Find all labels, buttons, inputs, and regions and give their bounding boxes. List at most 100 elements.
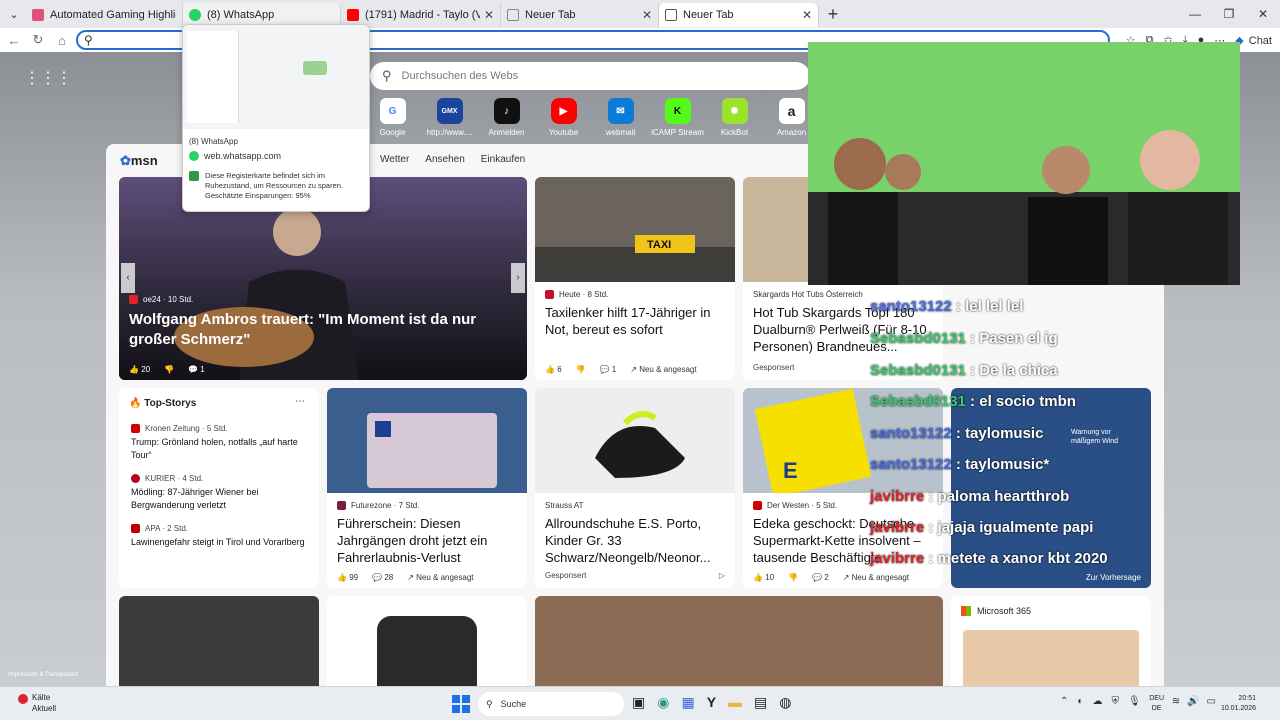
minimize-button[interactable]: — — [1178, 0, 1212, 28]
microphone-icon[interactable]: 🎙 — [1128, 696, 1141, 707]
nav-wetter[interactable]: Wetter — [380, 154, 409, 165]
quick-link-youtube[interactable]: ▶ Youtube — [535, 98, 592, 137]
article-title[interactable]: Allroundschuhe E.S. Porto, Kinder Gr. 33… — [545, 515, 727, 566]
hero-source: oe24 · 10 Std. — [129, 295, 193, 304]
top-story-item[interactable]: APA · 2 Std. Lawinengefahr steigt in Tir… — [131, 524, 309, 549]
like-button[interactable]: 👍 6 — [545, 365, 562, 374]
start-button[interactable] — [452, 695, 470, 713]
app-icon[interactable]: ▤ — [754, 694, 767, 711]
gmx-icon: GMX — [436, 98, 463, 124]
hero-next-arrow[interactable]: › — [511, 263, 525, 293]
comment-button[interactable]: 💬 1 — [188, 365, 205, 374]
article-card-bottom-2[interactable] — [327, 596, 527, 686]
hero-title[interactable]: Wolfgang Ambros trauert: "Im Moment ist … — [129, 310, 519, 350]
chat-message: Sebasbd0131 : Pasen el ig — [870, 330, 1058, 347]
apps-grid-icon[interactable]: ⋮⋮⋮ — [24, 68, 72, 88]
nav-einkaufen[interactable]: Einkaufen — [481, 154, 525, 165]
tab-actions-menu[interactable]: ⌄ — [2, 2, 26, 26]
article-card-taxi[interactable]: TAXI Heute · 8 Std. Taxilenker hilft 17-… — [535, 177, 735, 380]
article-card-bottom-1[interactable] — [119, 596, 319, 686]
m365-heading: Microsoft 365 — [961, 606, 1031, 616]
pinned-apps: ▣ ◉ ▦ Y ▬ ▤ ◍ — [632, 694, 791, 711]
top-story-item[interactable]: KURIER · 4 Std. Mödling: 87-Jähriger Wie… — [131, 474, 309, 512]
store-icon[interactable]: ▦ — [681, 694, 694, 711]
quick-link-gmx[interactable]: GMX http://www.... — [421, 98, 478, 137]
task-view-icon[interactable]: ▣ — [632, 694, 645, 711]
dislike-button[interactable]: 👎 — [788, 573, 798, 582]
taskbar-clock[interactable]: 20:51 10.01.2026 — [1221, 694, 1256, 714]
article-source: Futurezone · 7 Std. — [337, 501, 419, 510]
like-button[interactable]: 👍 99 — [337, 573, 358, 582]
nav-ansehen[interactable]: Ansehen — [425, 154, 464, 165]
airfryer-image — [377, 616, 477, 686]
hero-prev-arrow[interactable]: ‹ — [121, 263, 135, 293]
more-options-icon[interactable]: ⋯ — [295, 396, 305, 407]
security-icon[interactable]: ⛨ — [1111, 696, 1119, 707]
leaf-icon — [189, 171, 199, 181]
comment-button[interactable]: 💬 1 — [600, 365, 617, 374]
like-button[interactable]: 👍 10 — [753, 573, 774, 582]
article-source: Der Westen · 5 Std. — [753, 501, 837, 510]
article-card-license[interactable]: Futurezone · 7 Std. Führerschein: Diesen… — [327, 388, 527, 588]
tab-neuer-tab-1[interactable]: Neuer Tab ✕ — [501, 3, 659, 27]
comment-button[interactable]: 💬 2 — [812, 573, 829, 582]
quick-link-kickbot[interactable]: ✹ KickBot — [706, 98, 763, 137]
tray-app-icon[interactable]: ◐ — [1077, 696, 1083, 707]
quick-link-webmail[interactable]: ✉ webmail — [592, 98, 649, 137]
top-story-item[interactable]: Kronen Zeitung · 5 Std. Trump: Grönland … — [131, 424, 309, 462]
amazon-icon: a — [778, 98, 805, 124]
onedrive-icon[interactable]: ☁ — [1092, 696, 1102, 707]
tab-automated-gaming[interactable]: Automated Gaming Highlights Sol — [26, 3, 183, 27]
taskbar-search[interactable]: ⚲ Suche — [478, 692, 624, 716]
tab-favicon-icon — [32, 9, 44, 21]
like-button[interactable]: 👍 20 — [129, 365, 150, 374]
home-button[interactable]: ⌂ — [50, 33, 74, 48]
top-stories-heading: 🔥 Top-Storys — [129, 398, 197, 409]
play-icon[interactable]: ▷ — [719, 571, 725, 580]
quick-link-google[interactable]: G Google — [364, 98, 421, 137]
web-search-box[interactable]: ⚲ Durchsuchen des Webs — [370, 62, 810, 90]
tray-status[interactable]: ≋ 🔊 ▭ — [1172, 696, 1216, 707]
file-explorer-icon[interactable]: ▬ — [728, 694, 742, 711]
preview-url: web.whatsapp.com — [189, 151, 369, 161]
chat-message: santo13122 : taylomusic — [870, 425, 1044, 442]
back-button[interactable]: ← — [2, 33, 26, 48]
quick-link-icamp-stream[interactable]: KiCAMP Stream — [649, 98, 706, 137]
article-source: Skargards Hot Tubs Österreich — [753, 290, 863, 299]
comment-button[interactable]: 💬 28 — [372, 573, 393, 582]
article-source: Strauss AT — [545, 501, 584, 510]
article-title[interactable]: Führerschein: Diesen Jahrgängen droht je… — [337, 515, 519, 566]
article-title[interactable]: Taxilenker hilft 17-Jähriger in Not, ber… — [545, 304, 727, 338]
article-card-shoes[interactable]: Strauss AT Allroundschuhe E.S. Porto, Ki… — [535, 388, 735, 588]
close-tab-icon[interactable]: ✕ — [642, 8, 652, 22]
dislike-button[interactable]: 👎 — [164, 365, 174, 374]
page-icon — [665, 9, 677, 21]
close-window-button[interactable]: ✕ — [1246, 0, 1280, 28]
msn-logo[interactable]: ✿msn — [120, 153, 158, 169]
impressum-link[interactable]: Impressum & Transparenz — [8, 672, 78, 678]
close-tab-icon[interactable]: ✕ — [802, 8, 812, 22]
tab-neuer-tab-active[interactable]: Neuer Tab ✕ — [659, 3, 819, 27]
battery-icon: ▭ — [1206, 696, 1216, 707]
copilot-chat-button[interactable]: ◆ Chat — [1235, 34, 1272, 47]
trending-badge: ↗ Neu & angesagt — [407, 573, 474, 582]
webcam-overlay — [808, 42, 1240, 285]
chat-message: santo13122 : lel lel lel — [870, 298, 1024, 315]
m365-card[interactable]: Microsoft 365 — [951, 596, 1151, 686]
chat-message: javibrre : paloma heartthrob — [870, 488, 1070, 505]
taskbar-weather[interactable]: Kälte Aktuell — [18, 692, 56, 714]
input-language[interactable]: DEU DE — [1149, 694, 1164, 714]
chat-message: Sebasbd0131 : el socio tmbn — [870, 393, 1076, 410]
tray-chevron-icon[interactable]: ⌃ — [1060, 696, 1068, 707]
dislike-button[interactable]: 👎 — [576, 365, 586, 374]
maximize-button[interactable]: ❐ — [1212, 0, 1246, 28]
edge-icon[interactable]: ◉ — [657, 694, 669, 711]
y-app-icon[interactable]: Y — [707, 694, 716, 711]
derwesten-icon — [753, 501, 762, 510]
new-tab-button[interactable]: + — [819, 4, 847, 25]
media-app-icon[interactable]: ◍ — [779, 694, 791, 711]
close-tab-icon[interactable]: ✕ — [484, 8, 494, 22]
refresh-button[interactable]: ↻ — [26, 32, 50, 48]
article-card-bottom-3[interactable] — [535, 596, 943, 686]
quick-link-anmelden[interactable]: ♪ Anmelden — [478, 98, 535, 137]
